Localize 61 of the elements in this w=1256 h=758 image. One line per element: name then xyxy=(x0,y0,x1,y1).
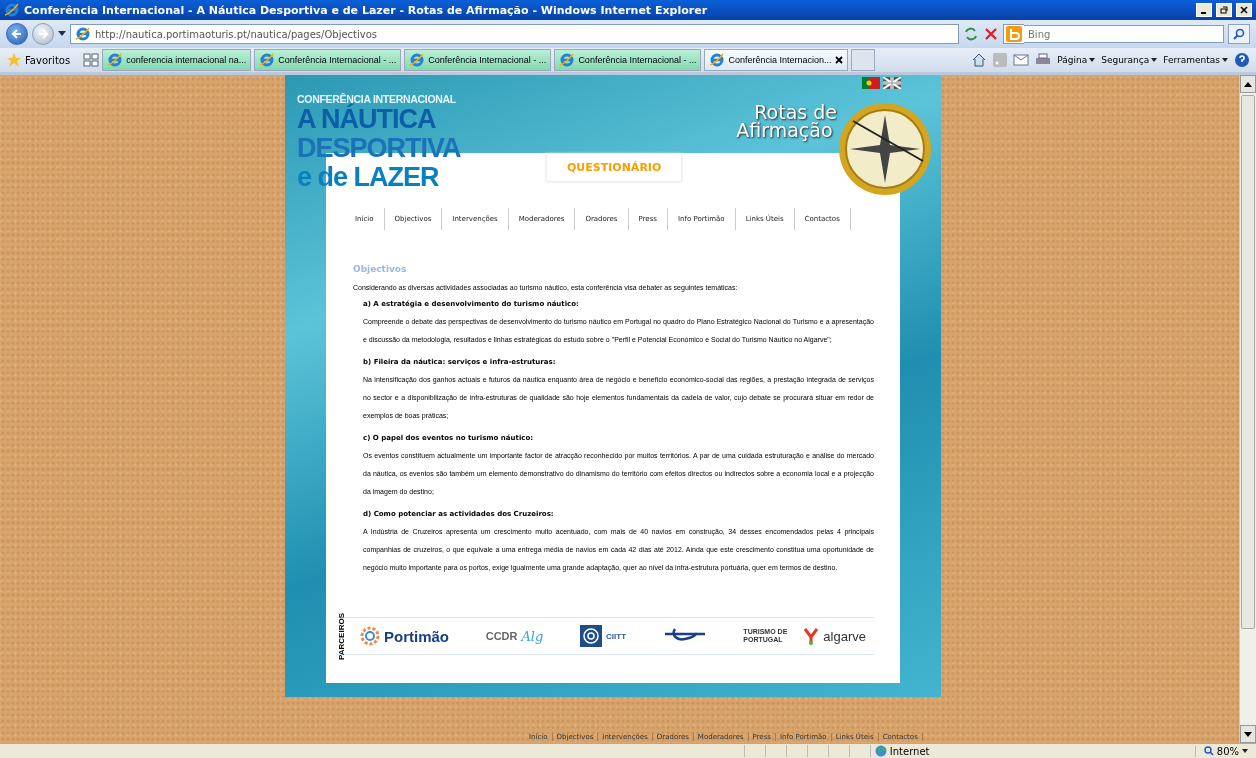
uk-flag-icon[interactable] xyxy=(883,77,901,89)
section-heading: Objectivos xyxy=(353,264,408,274)
caret-icon xyxy=(1242,749,1248,753)
partner-logo-text: Portimão xyxy=(384,627,449,645)
scrollbar[interactable] xyxy=(1239,75,1256,743)
favorites-button[interactable]: Favoritos xyxy=(6,52,71,68)
arrow-right-icon xyxy=(37,28,49,40)
partners-label: PARCEIROS xyxy=(337,612,346,660)
browser-logo-icon xyxy=(4,2,20,18)
printer-icon[interactable] xyxy=(1035,53,1052,67)
partner-logo-text: CCDR xyxy=(485,630,518,642)
command-menu[interactable]: Página xyxy=(1057,55,1096,65)
restore-button[interactable] xyxy=(1216,3,1232,17)
zoom-control[interactable]: 80% xyxy=(1194,745,1256,757)
page-icon xyxy=(559,52,576,68)
security-zone: Internet xyxy=(889,745,930,757)
page-icon xyxy=(409,52,426,68)
search-icon xyxy=(1233,28,1245,40)
tab-grid-icon[interactable] xyxy=(83,53,100,67)
close-icon xyxy=(1240,6,1248,14)
caret-icon[interactable] xyxy=(58,31,66,37)
stop-icon[interactable] xyxy=(983,26,999,42)
home-icon[interactable] xyxy=(971,52,988,68)
browser-tab[interactable]: Conferência Internacional - ... xyxy=(554,49,702,71)
magnifier-icon xyxy=(1203,746,1214,756)
up-arrow-icon[interactable] xyxy=(1244,81,1252,87)
address-field[interactable]: http://nautica.portimaoturis.pt/nautica/pages/Objectivos xyxy=(70,24,959,44)
command-menu[interactable]: Segurança xyxy=(1101,55,1158,65)
page-icon xyxy=(709,52,726,68)
page-icon xyxy=(107,52,124,68)
star-icon xyxy=(6,52,22,68)
page-icon xyxy=(75,26,91,42)
browser-tab[interactable]: Conferência Internacional - ... xyxy=(254,49,402,71)
refresh-icon[interactable] xyxy=(963,26,979,42)
close-tab-icon[interactable] xyxy=(834,56,843,64)
partner-logo-text: CIITT xyxy=(606,631,626,641)
browser-tab[interactable]: conferencia internacional na... xyxy=(102,49,252,71)
caret-icon xyxy=(1222,58,1228,62)
partner-logo-script: Alg xyxy=(521,628,544,644)
search-button[interactable] xyxy=(1228,24,1250,44)
spiral-square-icon xyxy=(580,625,602,647)
mail-icon[interactable] xyxy=(1013,54,1030,66)
arrow-left-icon xyxy=(11,28,23,40)
swirl-logo-icon xyxy=(360,626,380,646)
restore-icon xyxy=(1220,6,1228,14)
globe-icon xyxy=(874,745,887,757)
window-title: Conferência Internacional - A Náutica Desportiva e de Lazer - Rotas de Afirmação - Windows Internet Explorer xyxy=(24,3,709,17)
partner-logo-text: algarve xyxy=(823,628,866,644)
help-icon[interactable] xyxy=(1234,52,1250,68)
caret-icon xyxy=(1151,58,1158,62)
figure-logo-icon xyxy=(803,627,820,645)
browser-tab[interactable]: Conferência Internacional - ... xyxy=(404,49,552,71)
close-button[interactable] xyxy=(1236,3,1252,17)
command-menu[interactable]: Ferramentas xyxy=(1163,55,1228,65)
portugal-flag-icon[interactable] xyxy=(862,77,880,89)
minimize-button[interactable] xyxy=(1196,3,1212,17)
back-button[interactable] xyxy=(6,23,28,45)
caret-icon xyxy=(1089,58,1096,62)
down-arrow-icon[interactable] xyxy=(1244,731,1252,737)
browser-tab[interactable]: Conferência Internacion... xyxy=(704,49,848,71)
page-icon xyxy=(259,52,276,68)
